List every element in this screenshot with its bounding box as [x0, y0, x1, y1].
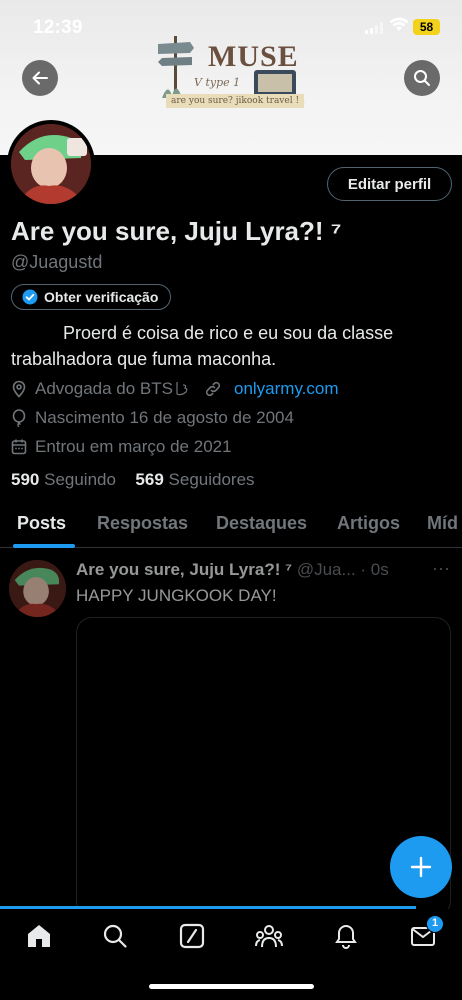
status-bar: 12:39 58	[0, 0, 462, 50]
profile-website-link[interactable]: onlyarmy.com	[234, 379, 339, 399]
profile-avatar[interactable]	[7, 120, 95, 208]
tab-articles[interactable]: Artigos	[337, 513, 400, 534]
arrow-left-icon	[32, 71, 48, 85]
home-icon	[28, 925, 50, 947]
nav-grok[interactable]	[177, 921, 207, 951]
verified-badge-icon	[22, 289, 38, 305]
profile-name: Are you sure, Juju Lyra?! ⁷	[11, 216, 342, 246]
tab-highlights[interactable]: Destaques	[216, 513, 307, 534]
logo-subtitle: V type 1	[194, 76, 241, 89]
active-tab-indicator	[13, 544, 75, 548]
profile-bio: Proerd é coisa de rico e eu sou da class…	[11, 320, 451, 372]
followers-link[interactable]: 569 Seguidores	[135, 470, 254, 489]
following-link[interactable]: 590 Seguindo	[11, 470, 116, 489]
plus-icon	[410, 856, 432, 878]
profile-tabs: Posts Respostas Destaques Artigos Míd	[0, 503, 462, 548]
followers-label: Seguidores	[168, 470, 255, 489]
avatar-image	[11, 124, 91, 204]
nav-messages[interactable]: 1	[408, 915, 444, 951]
logo-tagline: are you sure? jikook travel !	[166, 94, 305, 108]
home-indicator	[149, 984, 314, 989]
messages-badge: 1	[426, 915, 444, 933]
follow-stats: 590 Seguindo 569 Seguidores	[11, 470, 255, 490]
grok-icon	[179, 923, 205, 949]
cellular-signal-icon	[365, 22, 383, 34]
nav-notifications[interactable]	[331, 921, 361, 951]
balloon-icon	[12, 409, 26, 427]
nav-home[interactable]	[24, 921, 54, 951]
nav-search[interactable]	[100, 921, 130, 951]
edit-profile-button[interactable]: Editar perfil	[327, 167, 452, 201]
search-button[interactable]	[404, 60, 440, 96]
location-pin-icon	[12, 380, 26, 398]
bio-line-1: Proerd é coisa de rico e eu sou da class…	[63, 323, 394, 343]
heart-outline-icon	[176, 382, 188, 396]
profile-joined-row: Entrou em março de 2021	[11, 436, 232, 458]
get-verified-label: Obter verificação	[44, 289, 159, 305]
link-icon	[205, 381, 221, 397]
profile-location: Advogada do BTS	[35, 379, 173, 398]
following-label: Seguindo	[44, 470, 116, 489]
tab-replies[interactable]: Respostas	[97, 513, 188, 534]
tab-media[interactable]: Míd	[427, 513, 458, 534]
calendar-icon	[11, 439, 27, 455]
battery-indicator: 58	[413, 19, 440, 35]
followers-count: 569	[135, 470, 164, 489]
profile-handle: @Juagustd	[11, 252, 103, 272]
profile-birthday-row: Nascimento 16 de agosto de 2004	[11, 407, 294, 429]
profile-birthday: Nascimento 16 de agosto de 2004	[35, 408, 294, 427]
wifi-icon	[389, 17, 409, 31]
search-icon	[414, 70, 430, 86]
communities-icon	[255, 925, 283, 948]
search-icon	[103, 924, 127, 948]
get-verified-button[interactable]: Obter verificação	[11, 284, 172, 310]
nav-communities[interactable]	[254, 921, 284, 951]
profile-joined: Entrou em março de 2021	[35, 437, 232, 456]
back-button[interactable]	[22, 60, 58, 96]
bio-line-2: trabalhadora que fuma maconha.	[11, 349, 277, 369]
status-time: 12:39	[33, 17, 83, 38]
tab-posts[interactable]: Posts	[17, 513, 66, 534]
profile-location-row: Advogada do BTS onlyarmy.com	[11, 378, 339, 400]
bell-icon	[335, 924, 357, 949]
compose-post-button[interactable]	[390, 836, 452, 898]
following-count: 590	[11, 470, 40, 489]
